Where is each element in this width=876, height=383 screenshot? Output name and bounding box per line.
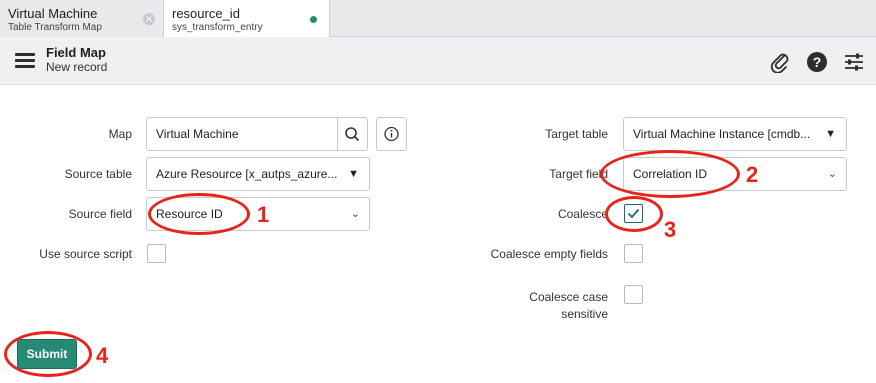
unsaved-dot-icon <box>310 16 317 23</box>
help-icon[interactable]: ? <box>806 51 828 73</box>
target-field-value: Correlation ID <box>633 167 708 181</box>
annotation-number: 2 <box>746 162 759 187</box>
annotation-number: 3 <box>664 217 677 242</box>
annotation-number: 1 <box>257 202 270 227</box>
coalesce-empty-checkbox[interactable] <box>624 244 643 263</box>
target-table-label: Target table <box>545 127 608 141</box>
info-icon <box>384 126 399 142</box>
submit-button[interactable]: Submit <box>17 339 77 369</box>
checkmark-icon <box>627 208 640 219</box>
use-source-script-checkbox[interactable] <box>147 244 166 263</box>
chevron-down-icon: ⌄ <box>350 208 360 220</box>
coalesce-empty-label: Coalesce empty fields <box>490 247 608 261</box>
coalesce-case-label: Coalesce case sensitive <box>480 289 608 323</box>
source-field-label: Source field <box>68 207 132 221</box>
coalesce-case-label-line1: Coalesce case <box>529 290 608 304</box>
page-subtitle: New record <box>46 60 108 74</box>
coalesce-case-checkbox[interactable] <box>624 285 643 304</box>
coalesce-case-label-line2: sensitive <box>561 307 608 321</box>
lookup-button[interactable] <box>337 117 368 151</box>
close-icon[interactable]: ✕ <box>143 13 155 25</box>
use-source-script-label: Use source script <box>39 247 132 261</box>
search-icon <box>345 127 360 142</box>
target-table-select[interactable]: Virtual Machine Instance [cmdb... ▼ <box>623 117 847 151</box>
tab-subtitle: Table Transform Map <box>8 22 102 33</box>
page-title: Field Map <box>46 45 106 60</box>
map-label: Map <box>108 127 132 141</box>
map-field[interactable]: Virtual Machine <box>146 117 338 151</box>
info-button[interactable] <box>376 117 407 151</box>
sliders-icon[interactable] <box>843 51 865 73</box>
chevron-down-icon: ⌄ <box>827 168 837 180</box>
form-header: Field Map New record ? <box>0 37 876 85</box>
target-table-value: Virtual Machine Instance [cmdb... <box>633 127 811 141</box>
target-field-select[interactable]: Correlation ID ⌄ <box>623 157 847 191</box>
tab-bar: Virtual Machine Table Transform Map ✕ re… <box>0 0 876 38</box>
hamburger-menu-icon[interactable] <box>15 53 35 69</box>
svg-text:?: ? <box>813 54 822 70</box>
source-table-label: Source table <box>64 167 132 181</box>
source-field-value: Resource ID <box>156 207 223 221</box>
tab-title: Virtual Machine <box>8 6 98 21</box>
paperclip-icon[interactable] <box>769 51 791 73</box>
coalesce-label: Coalesce <box>557 207 608 221</box>
tab-resource-id[interactable]: resource_id sys_transform_entry <box>163 0 330 38</box>
source-table-select[interactable]: Azure Resource [x_autps_azure... ▼ <box>146 157 370 191</box>
dropdown-caret-icon: ▼ <box>348 168 359 180</box>
source-table-value: Azure Resource [x_autps_azure... <box>156 167 338 181</box>
tab-virtual-machine[interactable]: Virtual Machine Table Transform Map ✕ <box>0 0 163 37</box>
coalesce-checkbox[interactable] <box>624 204 643 223</box>
tab-subtitle: sys_transform_entry <box>172 22 263 33</box>
dropdown-caret-icon: ▼ <box>825 128 836 140</box>
target-field-label: Target field <box>549 167 608 181</box>
annotation-number: 4 <box>96 343 109 368</box>
tab-title: resource_id <box>172 6 240 21</box>
